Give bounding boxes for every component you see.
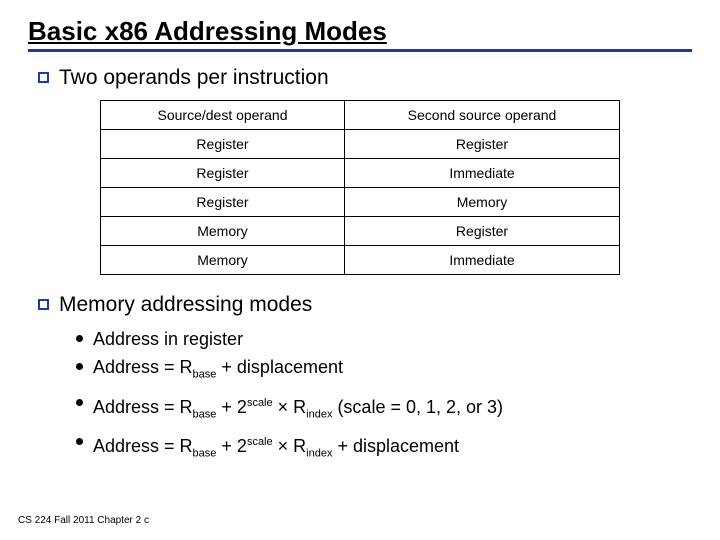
table-cell: Register xyxy=(101,159,345,188)
slide-footer: CS 224 Fall 2011 Chapter 2 c xyxy=(18,515,149,526)
dot-bullet-icon xyxy=(76,438,83,445)
table-cell: Register xyxy=(101,188,345,217)
table-row: Source/dest operand Second source operan… xyxy=(101,101,620,130)
slide-title: Basic x86 Addressing Modes xyxy=(28,16,692,52)
list-item: Address = Rbase + displacement xyxy=(76,355,692,387)
addressing-mode-list: Address in register Address = Rbase + di… xyxy=(76,327,692,466)
table-cell: Immediate xyxy=(344,159,619,188)
table-cell: Memory xyxy=(101,246,345,275)
table-cell: Immediate xyxy=(344,246,619,275)
bullet-text: Memory addressing modes xyxy=(59,293,312,317)
operand-table: Source/dest operand Second source operan… xyxy=(100,100,620,275)
square-bullet-icon xyxy=(38,72,49,83)
table-header-cell: Second source operand xyxy=(344,101,619,130)
table-cell: Register xyxy=(344,217,619,246)
mode-text: Address = Rbase + 2scale × Rindex + disp… xyxy=(93,430,459,466)
dot-bullet-icon xyxy=(76,335,83,342)
table-row: Register Memory xyxy=(101,188,620,217)
table-row: Register Register xyxy=(101,130,620,159)
dot-bullet-icon xyxy=(76,363,83,370)
bullet-memory-modes: Memory addressing modes xyxy=(38,293,692,317)
list-item: Address in register xyxy=(76,327,692,351)
table-row: Memory Immediate xyxy=(101,246,620,275)
dot-bullet-icon xyxy=(76,399,83,406)
mode-text: Address = Rbase + 2scale × Rindex (scale… xyxy=(93,391,503,427)
table-header-cell: Source/dest operand xyxy=(101,101,345,130)
table-cell: Memory xyxy=(101,217,345,246)
table-cell: Memory xyxy=(344,188,619,217)
list-item: Address = Rbase + 2scale × Rindex (scale… xyxy=(76,391,692,427)
table-row: Register Immediate xyxy=(101,159,620,188)
table-cell: Register xyxy=(344,130,619,159)
list-item: Address = Rbase + 2scale × Rindex + disp… xyxy=(76,430,692,466)
mode-text: Address in register xyxy=(93,327,243,351)
square-bullet-icon xyxy=(38,299,49,310)
table-cell: Register xyxy=(101,130,345,159)
bullet-text: Two operands per instruction xyxy=(59,66,329,90)
bullet-two-operands: Two operands per instruction xyxy=(38,66,692,90)
mode-text: Address = Rbase + displacement xyxy=(93,355,343,387)
table-row: Memory Register xyxy=(101,217,620,246)
